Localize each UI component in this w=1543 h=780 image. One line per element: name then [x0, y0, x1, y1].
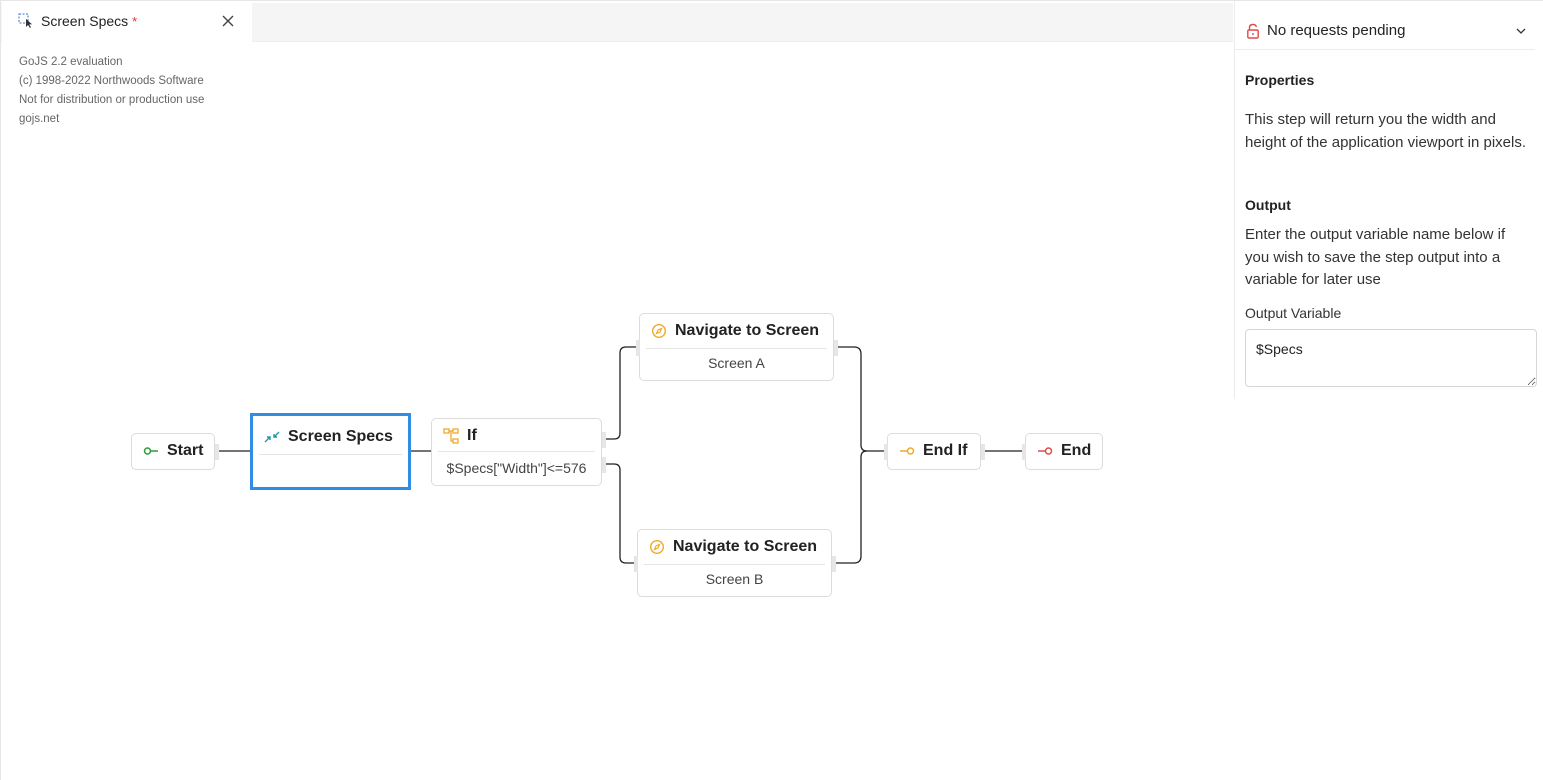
end-label: End — [1061, 442, 1092, 459]
output-description: Enter the output variable name below if … — [1245, 226, 1506, 288]
branch-tree-icon — [443, 428, 459, 444]
output-port-false[interactable] — [602, 457, 606, 473]
start-node[interactable]: Start — [131, 433, 219, 470]
link-navigate-b-to-end-if — [834, 450, 868, 564]
navigate-a-label: Navigate to Screen — [675, 322, 820, 339]
navigate-compass-icon — [651, 323, 667, 339]
navigate-to-screen-b-node[interactable]: Navigate to Screen Screen B — [634, 529, 836, 597]
navigate-a-target: Screen A — [708, 355, 765, 371]
navigate-b-target: Screen B — [705, 571, 764, 587]
end-key-icon — [1038, 447, 1053, 455]
output-port[interactable] — [832, 556, 836, 572]
chevron-down-icon[interactable] — [1515, 25, 1527, 37]
input-port[interactable] — [1022, 444, 1026, 460]
properties-panel: No requests pending Properties This step… — [1234, 1, 1543, 399]
output-variable-input[interactable]: $Specs — [1245, 329, 1537, 387]
if-condition: $Specs["Width"]<=576 — [446, 460, 587, 476]
node-divider — [644, 564, 825, 565]
start-label: Start — [167, 442, 204, 459]
navigate-to-screen-a-node[interactable]: Navigate to Screen Screen A — [636, 313, 838, 381]
input-port[interactable] — [884, 444, 888, 460]
requests-status: No requests pending — [1267, 22, 1406, 39]
properties-heading: Properties — [1245, 72, 1315, 88]
compress-arrows-icon — [264, 431, 280, 443]
requests-dropdown[interactable]: No requests pending — [1235, 11, 1535, 50]
end-node[interactable]: End — [1022, 433, 1103, 470]
flow-canvas[interactable]: Start Screen Specs If $Specs["Width"]<=5… — [1, 1, 1233, 780]
end-if-key-icon — [900, 447, 915, 455]
input-port[interactable] — [636, 340, 640, 356]
output-variable-label: Output Variable — [1245, 305, 1342, 321]
flow-links — [217, 346, 1024, 564]
node-divider — [259, 454, 402, 455]
app-window: Screen Specs * GoJS 2.2 evaluation (c) 19… — [0, 0, 1543, 780]
lock-icon — [1247, 23, 1259, 39]
node-divider — [646, 348, 827, 349]
node-divider — [438, 451, 595, 452]
navigate-compass-icon — [649, 539, 665, 555]
if-label: If — [467, 427, 477, 444]
output-port[interactable] — [215, 444, 219, 460]
output-port[interactable] — [981, 444, 985, 460]
end-if-label: End If — [923, 442, 968, 459]
output-heading: Output — [1245, 197, 1291, 213]
navigate-b-label: Navigate to Screen — [673, 538, 818, 555]
if-node[interactable]: If $Specs["Width"]<=576 — [431, 418, 606, 486]
link-if-to-navigate-a — [604, 346, 639, 440]
screen-specs-node[interactable]: Screen Specs — [250, 413, 411, 490]
link-navigate-a-to-end-if — [836, 346, 887, 452]
properties-description: This step will return you the width and … — [1245, 111, 1527, 151]
link-if-to-navigate-b — [604, 463, 637, 564]
output-port-true[interactable] — [602, 432, 606, 448]
end-if-node[interactable]: End If — [884, 433, 985, 470]
screen-specs-label: Screen Specs — [288, 428, 393, 445]
output-port[interactable] — [834, 340, 838, 356]
start-key-icon — [143, 447, 158, 455]
input-port[interactable] — [634, 556, 638, 572]
